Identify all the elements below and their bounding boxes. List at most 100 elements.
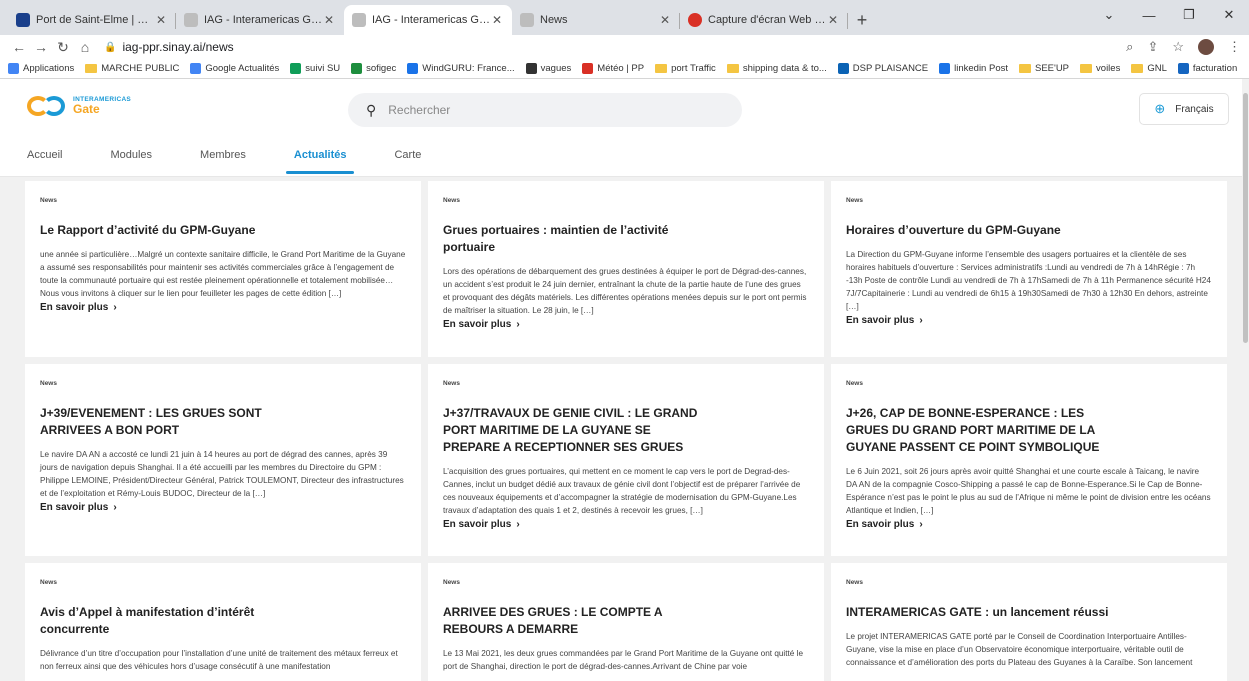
tab-close-icon[interactable]: ✕ <box>154 13 168 27</box>
site-logo[interactable]: INTERAMERICAS Gate <box>27 94 131 118</box>
reload-icon[interactable]: ↻ <box>52 39 74 56</box>
news-title[interactable]: Horaires d’ouverture du GPM-Guyane <box>846 222 1212 239</box>
nav-modules[interactable]: Modules <box>110 133 152 176</box>
back-icon[interactable]: ← <box>8 39 30 55</box>
bookmark-label: SEE'UP <box>1035 63 1070 74</box>
language-label: Français <box>1175 103 1214 115</box>
bookmark-label: linkedin Post <box>954 63 1008 74</box>
browser-tab-strip: Port de Saint-Elme | Métropole T ✕ IAG -… <box>0 0 1249 35</box>
home-icon[interactable]: ⌂ <box>74 39 96 55</box>
bookmark-item[interactable]: linkedin Post <box>939 63 1008 74</box>
folder-icon <box>1080 64 1093 73</box>
nav-carte[interactable]: Carte <box>394 133 421 176</box>
bookmark-item[interactable]: sofigec <box>351 63 396 74</box>
bookmark-item[interactable]: Météo | PP <box>582 63 644 74</box>
tab-title: IAG - Interamericas Gate <box>372 14 490 26</box>
new-tab-button[interactable]: + <box>848 5 876 35</box>
bookmark-item[interactable]: WindGURU: France... <box>407 63 515 74</box>
lock-icon: 🔒 <box>104 41 117 53</box>
news-card[interactable]: News Horaires d’ouverture du GPM-Guyane … <box>831 181 1227 357</box>
read-more-link[interactable]: En savoir plus › <box>846 315 1212 326</box>
news-title[interactable]: INTERAMERICAS GATE : un lancement réussi <box>846 604 1212 621</box>
bookmark-item[interactable]: voiles <box>1080 63 1120 74</box>
chevron-right-icon: › <box>919 315 923 326</box>
news-tag: News <box>443 380 460 387</box>
news-tag: News <box>40 380 57 387</box>
nav-membres[interactable]: Membres <box>200 133 246 176</box>
tab-close-icon[interactable]: ✕ <box>322 13 336 27</box>
browser-tab[interactable]: Port de Saint-Elme | Métropole T ✕ <box>8 5 176 35</box>
news-card[interactable]: News Avis d’Appel à manifestation d’inté… <box>25 563 421 681</box>
bookmark-item[interactable]: GNL <box>1131 63 1167 74</box>
news-grid-row-1: News Le Rapport d’activité du GPM-Guyane… <box>25 181 1227 357</box>
news-card[interactable]: News INTERAMERICAS GATE : un lancement r… <box>831 563 1227 681</box>
tab-title: News <box>540 14 568 26</box>
browser-tab[interactable]: Capture d'écran Web : comment ✕ <box>680 5 848 35</box>
news-title[interactable]: ARRIVEE DES GRUES : LE COMPTE A REBOURS … <box>443 604 703 638</box>
read-more-link[interactable]: En savoir plus › <box>40 502 406 513</box>
news-card[interactable]: News Le Rapport d’activité du GPM-Guyane… <box>25 181 421 357</box>
forward-icon[interactable]: → <box>30 39 52 55</box>
news-card[interactable]: News Grues portuaires : maintien de l’ac… <box>428 181 824 357</box>
bookmark-label: shipping data & to... <box>742 63 827 74</box>
close-window-button[interactable]: ✕ <box>1209 0 1249 30</box>
news-card[interactable]: News J+26, CAP DE BONNE-ESPERANCE : LES … <box>831 364 1227 556</box>
browser-tab[interactable]: News ✕ <box>512 5 680 35</box>
nav-accueil[interactable]: Accueil <box>27 133 62 176</box>
bookmark-label: voiles <box>1096 63 1121 74</box>
news-grid-row-3: News Avis d’Appel à manifestation d’inté… <box>25 563 1227 681</box>
tab-close-icon[interactable]: ✕ <box>658 13 672 27</box>
read-more-link[interactable]: En savoir plus › <box>40 302 406 313</box>
chevron-right-icon: › <box>113 502 117 513</box>
restore-button[interactable]: ❐ <box>1169 0 1209 30</box>
chevron-right-icon: › <box>113 302 117 313</box>
bookmark-item[interactable]: shipping data & to... <box>726 63 827 74</box>
bookmark-favicon-icon <box>582 63 594 74</box>
news-card[interactable]: News J+39/EVENEMENT : LES GRUES SONT ARR… <box>25 364 421 556</box>
read-more-link[interactable]: En savoir plus › <box>443 519 809 530</box>
news-title[interactable]: Avis d’Appel à manifestation d’intérêt c… <box>40 604 275 638</box>
minimize-button[interactable]: — <box>1129 0 1169 30</box>
news-title[interactable]: J+26, CAP DE BONNE-ESPERANCE : LES GRUES… <box>846 405 1106 456</box>
url-field[interactable]: 🔒 iag-ppr.sinay.ai/news <box>104 36 1126 58</box>
bookmark-star-icon[interactable]: ☆ <box>1172 39 1184 55</box>
bookmark-item[interactable]: port Traffic <box>655 63 716 74</box>
page-scrollbar[interactable] <box>1242 79 1249 681</box>
tab-title: Capture d'écran Web : comment <box>708 14 826 26</box>
bookmark-item[interactable]: suivi SU <box>290 63 340 74</box>
tab-favicon-icon <box>688 13 702 27</box>
browser-tab-active[interactable]: IAG - Interamericas Gate ✕ <box>344 5 512 35</box>
news-title[interactable]: J+37/TRAVAUX DE GENIE CIVIL : LE GRAND P… <box>443 405 703 456</box>
profile-avatar[interactable] <box>1198 39 1214 55</box>
browser-tab[interactable]: IAG - Interamericas Gate ✕ <box>176 5 344 35</box>
tab-search-icon[interactable]: ⌄ <box>1089 0 1129 30</box>
news-tag: News <box>846 579 863 586</box>
share-icon[interactable]: ⇪ <box>1147 39 1158 55</box>
bookmark-favicon-icon <box>525 63 537 74</box>
read-more-link[interactable]: En savoir plus › <box>443 319 809 330</box>
news-title[interactable]: Grues portuaires : maintien de l’activit… <box>443 222 678 256</box>
menu-icon[interactable]: ⋮ <box>1228 39 1241 55</box>
news-card[interactable]: News J+37/TRAVAUX DE GENIE CIVIL : LE GR… <box>428 364 824 556</box>
search-input[interactable]: ⚲ Rechercher <box>348 93 742 127</box>
zoom-icon[interactable]: ⌕ <box>1126 39 1133 55</box>
bookmark-label: Applications <box>23 63 75 74</box>
bookmark-label: WindGURU: France... <box>422 63 515 74</box>
news-title[interactable]: J+39/EVENEMENT : LES GRUES SONT ARRIVEES… <box>40 405 275 439</box>
nav-actualites[interactable]: Actualités <box>285 133 354 176</box>
bookmark-item[interactable]: Google Actualités <box>190 63 279 74</box>
read-more-link[interactable]: En savoir plus › <box>846 519 1212 530</box>
folder-icon <box>655 64 668 73</box>
bookmark-item[interactable]: vagues <box>525 63 571 74</box>
bookmark-item[interactable]: SEE'UP <box>1019 63 1069 74</box>
bookmark-item[interactable]: facturation <box>1177 63 1237 74</box>
news-card[interactable]: News ARRIVEE DES GRUES : LE COMPTE A REB… <box>428 563 824 681</box>
tab-close-icon[interactable]: ✕ <box>490 13 504 27</box>
scrollbar-thumb[interactable] <box>1243 93 1248 343</box>
language-selector[interactable]: ⊕ Français <box>1139 93 1229 125</box>
bookmark-item[interactable]: DSP PLAISANCE <box>837 63 928 74</box>
bookmark-item[interactable]: Applications <box>8 63 74 74</box>
bookmark-item[interactable]: MARCHE PUBLIC <box>85 63 179 74</box>
tab-close-icon[interactable]: ✕ <box>826 13 840 27</box>
news-title[interactable]: Le Rapport d’activité du GPM-Guyane <box>40 222 406 239</box>
